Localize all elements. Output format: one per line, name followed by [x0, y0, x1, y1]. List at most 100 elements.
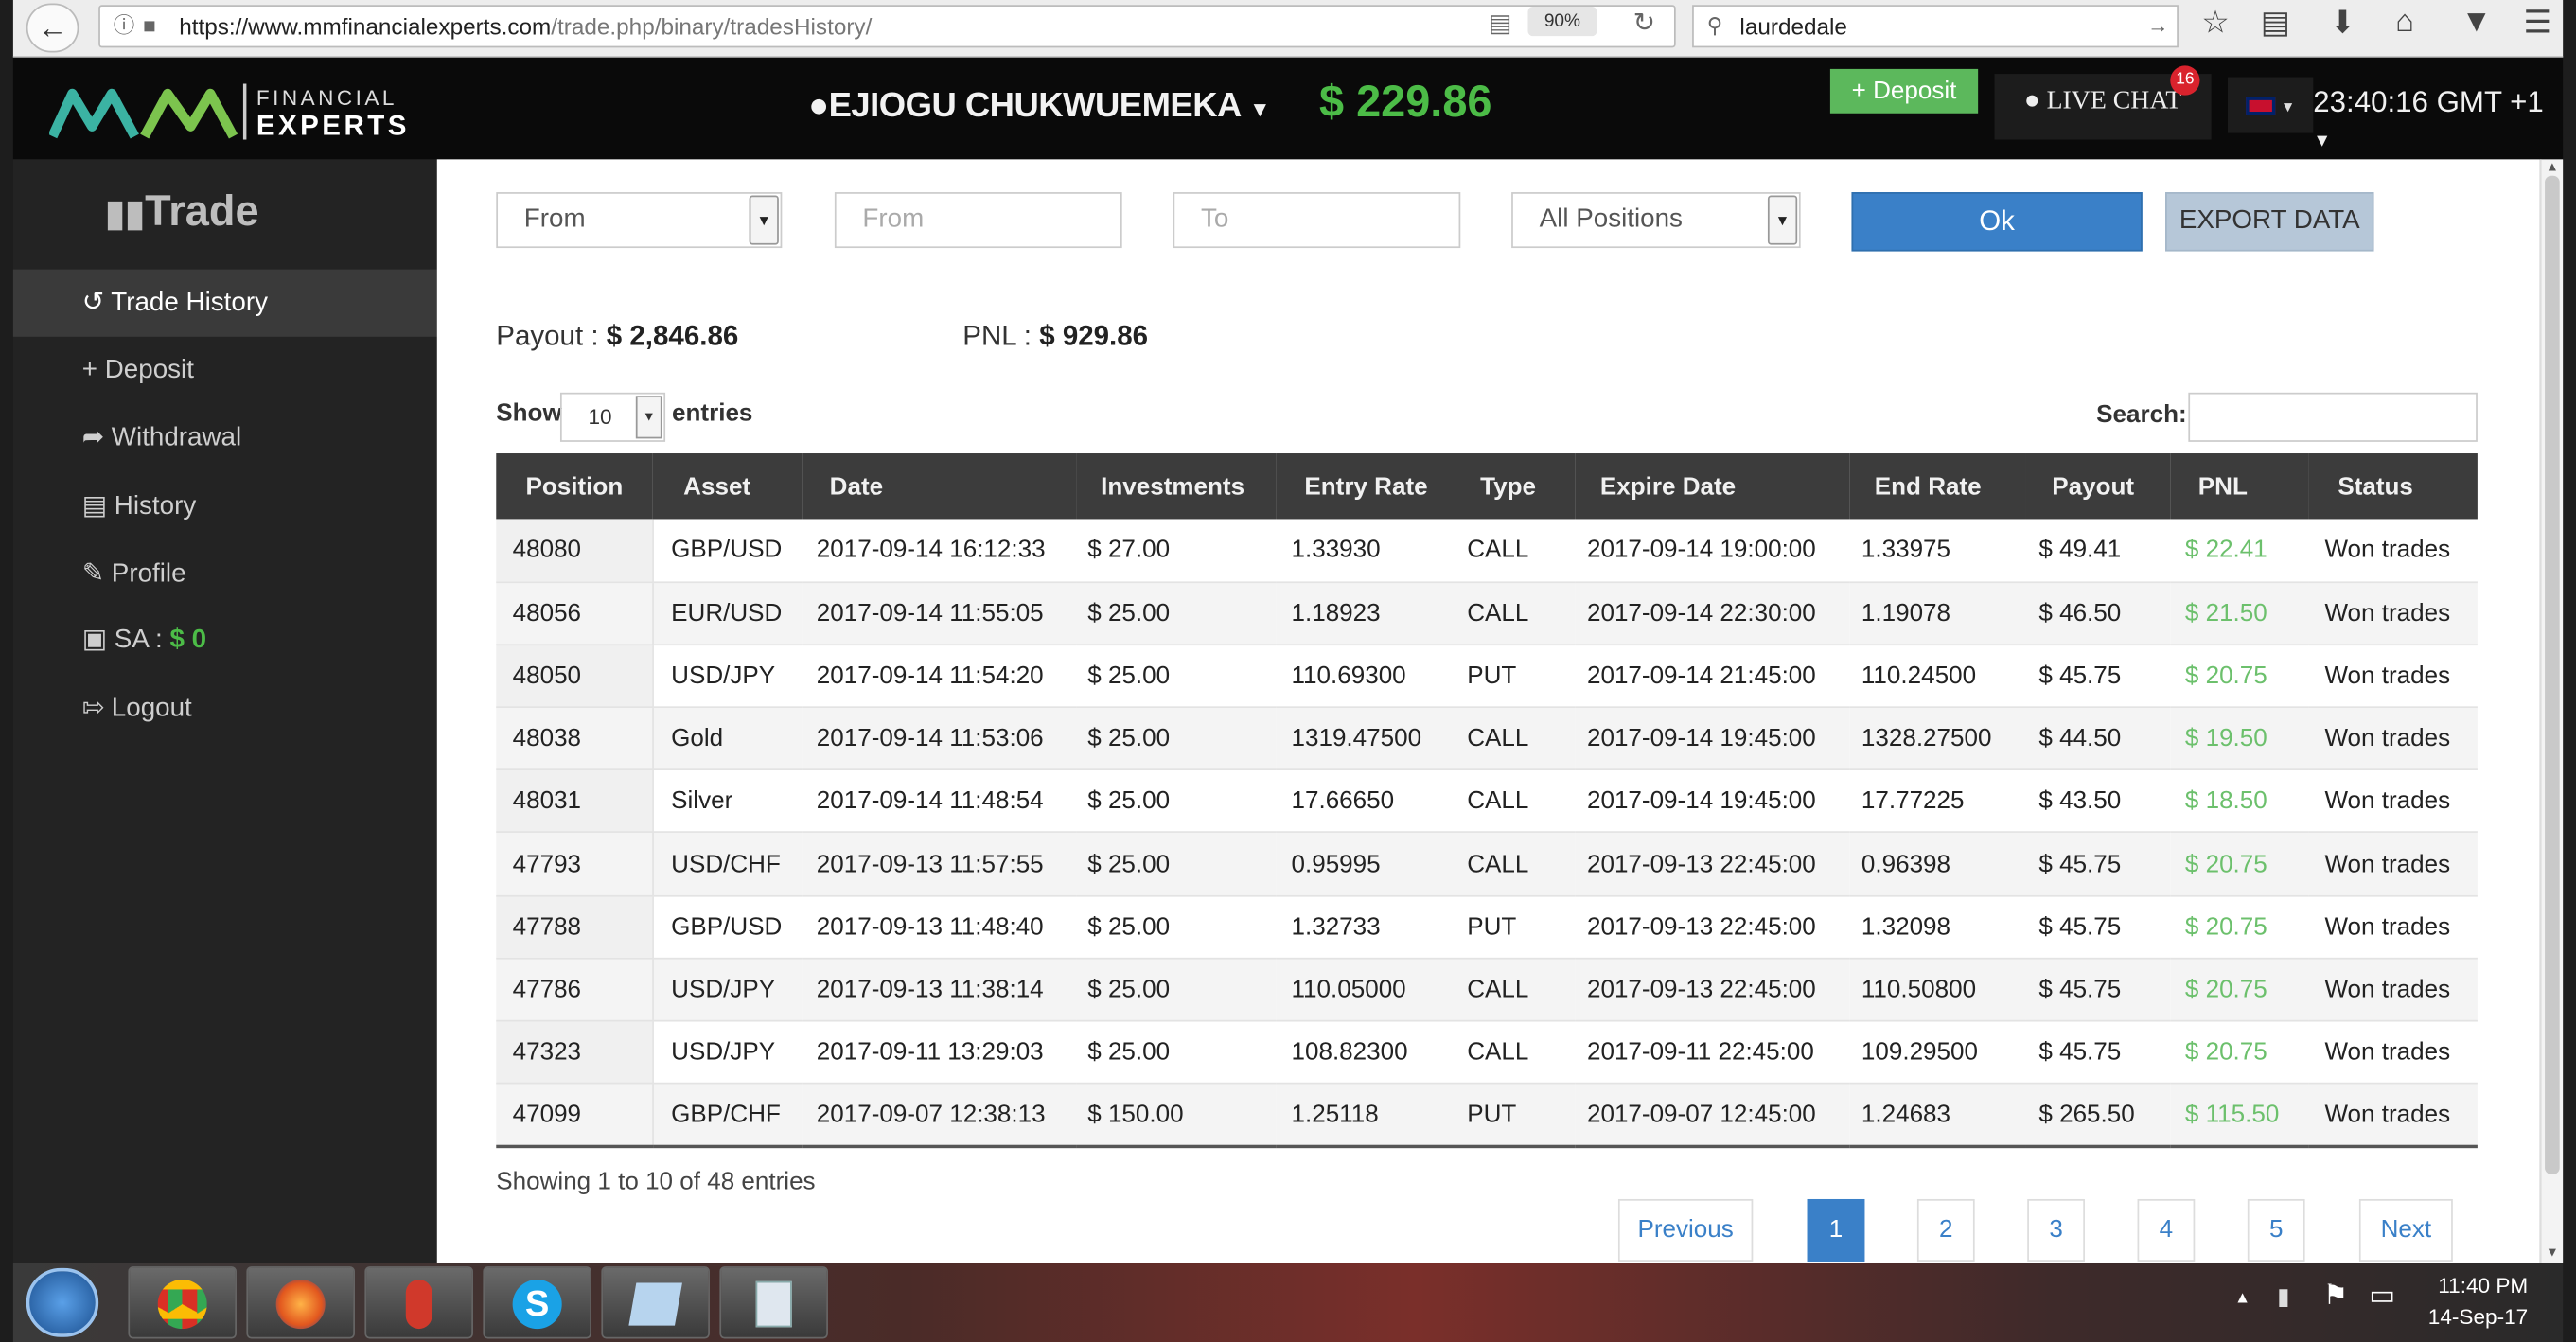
card-icon: ▤ [81, 492, 108, 521]
table-row[interactable]: 47793 USD/CHF 2017-09-13 11:57:55 $ 25.00 0.… [496, 832, 2478, 896]
browser-search-input[interactable]: ⚲ laurdedale → [1692, 5, 2179, 48]
reader-view-icon[interactable]: ▤ [1489, 9, 1512, 38]
show-hidden-icons-icon[interactable]: ▲ [2234, 1289, 2250, 1307]
cell-asset: GBP/USD [652, 519, 803, 583]
sidebar-item-trade-history[interactable]: ↺ Trade History [12, 269, 437, 337]
column-header-entry-rate[interactable]: Entry Rate [1276, 453, 1456, 520]
cell-investments: $ 25.00 [1076, 769, 1277, 834]
sidebar-item-logout[interactable]: ⇰ Logout [13, 675, 437, 742]
user-menu[interactable]: ●EJIOGU CHUKWUEMEKA ▼ [808, 87, 1270, 127]
column-header-expire-date[interactable]: Expire Date [1575, 453, 1850, 520]
table-row[interactable]: 48038 Gold 2017-09-14 11:53:06 $ 25.00 1319.… [496, 707, 2478, 771]
scroll-down-icon[interactable]: ▼ [2542, 1245, 2564, 1261]
firefox-taskbar-icon[interactable] [246, 1266, 355, 1339]
column-header-date[interactable]: Date [802, 453, 1077, 520]
page-3-button[interactable]: 3 [2027, 1198, 2085, 1262]
sidebar-item-history[interactable]: ▤ History [13, 473, 437, 540]
notepad-taskbar-icon[interactable] [601, 1266, 710, 1339]
menu-icon[interactable]: ☰ [2523, 5, 2551, 43]
column-header-payout[interactable]: Payout [2025, 453, 2171, 520]
column-header-asset[interactable]: Asset [652, 453, 803, 520]
cell-expire-date: 2017-09-14 19:00:00 [1575, 519, 1850, 583]
table-row[interactable]: 47788 GBP/USD 2017-09-13 11:48:40 $ 25.00 1.… [496, 895, 2478, 960]
column-header-status[interactable]: Status [2308, 453, 2478, 520]
from-select[interactable]: From ▼ [496, 192, 783, 249]
column-header-type[interactable]: Type [1456, 453, 1576, 520]
previous-page-button[interactable]: Previous [1617, 1198, 1754, 1262]
chrome-taskbar-icon[interactable] [128, 1266, 237, 1339]
zoom-level[interactable]: 90% [1527, 6, 1597, 37]
logout-icon: ⇰ [81, 695, 105, 723]
cell-asset: USD/JPY [652, 1020, 803, 1085]
plus-icon: + [1851, 77, 1866, 106]
download-icon[interactable]: ⬇ [2330, 5, 2356, 43]
column-header-investments[interactable]: Investments [1076, 453, 1277, 520]
table-row[interactable]: 48031 Silver 2017-09-14 11:48:54 $ 25.00 17.… [496, 769, 2478, 834]
page-1-button[interactable]: 1 [1807, 1198, 1865, 1262]
page-scrollbar[interactable]: ▲ ▼ [2539, 159, 2564, 1263]
cell-expire-date: 2017-09-07 12:45:00 [1575, 1083, 1850, 1148]
entries-per-page-select[interactable]: 10 ▼ [559, 392, 666, 442]
page-5-button[interactable]: 5 [2247, 1198, 2305, 1262]
sidebar-item-profile[interactable]: ✎ Profile [13, 540, 437, 608]
address-bar[interactable]: ⓘ ■ https://www.mmfinancialexperts.com/t… [98, 5, 1676, 48]
table-row[interactable]: 48080 GBP/USD 2017-09-14 16:12:33 $ 27.00 1.… [496, 519, 2478, 583]
home-icon[interactable]: ⌂ [2395, 5, 2414, 41]
sidebar-item-withdrawal[interactable]: ➦ Withdrawal [13, 404, 437, 471]
deposit-button[interactable]: + Deposit [1829, 68, 1979, 114]
sidebar-item-sa[interactable]: ▣ SA : $ 0 [13, 606, 437, 673]
next-page-button[interactable]: Next [2358, 1198, 2453, 1262]
start-button[interactable] [26, 1267, 99, 1337]
cell-pnl: $ 20.75 [2170, 895, 2309, 960]
column-header-position[interactable]: Position [496, 453, 653, 520]
page-2-button[interactable]: 2 [1916, 1198, 1975, 1262]
table-row[interactable]: 48056 EUR/USD 2017-09-14 11:55:05 $ 25.00 1.… [496, 581, 2478, 645]
page-4-button[interactable]: 4 [2137, 1198, 2196, 1262]
plus-icon: + [81, 356, 98, 385]
table-row[interactable]: 47786 USD/JPY 2017-09-13 11:38:14 $ 25.00 11… [496, 958, 2478, 1022]
logo[interactable]: FINANCIAL EXPERTS [47, 78, 406, 147]
go-arrow-icon[interactable]: → [2147, 7, 2169, 46]
cell-date: 2017-09-11 13:29:03 [802, 1020, 1077, 1085]
cell-end-rate: 1.24683 [1849, 1083, 2026, 1148]
action-center-flag-icon[interactable]: ⚑ [2323, 1280, 2348, 1313]
entries-label: entries [672, 398, 753, 428]
server-clock[interactable]: 23:40:16 GMT +1 ▼ [2313, 85, 2563, 154]
column-header-end-rate[interactable]: End Rate [1849, 453, 2026, 520]
os-taskbar: S ▲ ▮ ⚑ ▭ 11:40 PM 14-Sep-17 [12, 1263, 2564, 1342]
bookmarks-list-icon[interactable]: ▤ [2261, 5, 2290, 43]
pocket-icon[interactable]: ▼ [2461, 5, 2493, 41]
to-date-input[interactable]: To [1173, 192, 1461, 249]
table-row[interactable]: 47323 USD/JPY 2017-09-11 13:29:03 $ 25.00 10… [496, 1020, 2478, 1085]
cell-asset: USD/JPY [652, 958, 803, 1022]
system-clock[interactable]: 11:40 PM 14-Sep-17 [2428, 1270, 2528, 1333]
scroll-up-icon[interactable]: ▲ [2542, 159, 2564, 174]
power-icon[interactable]: ▭ [2369, 1280, 2395, 1313]
reload-icon[interactable]: ↻ [1633, 7, 1655, 40]
table-search-input[interactable] [2188, 392, 2478, 442]
bookmark-star-icon[interactable]: ☆ [2201, 5, 2230, 43]
table-row[interactable]: 48050 USD/JPY 2017-09-14 11:54:20 $ 25.00 11… [496, 645, 2478, 709]
bar-chart-icon: ▮▮ [105, 192, 146, 234]
skype-taskbar-icon[interactable]: S [483, 1266, 591, 1339]
scroll-thumb[interactable] [2545, 175, 2560, 1174]
cell-investments: $ 25.00 [1076, 645, 1277, 709]
pin-app-taskbar-icon[interactable] [364, 1266, 473, 1339]
calculator-taskbar-icon[interactable] [719, 1266, 828, 1339]
cell-status: Won trades [2308, 895, 2478, 960]
cell-asset: EUR/USD [652, 581, 803, 645]
language-selector[interactable]: ▼ [2228, 77, 2314, 133]
from-date-input[interactable]: From [834, 192, 1122, 249]
sidebar-title: ▮▮Trade [105, 185, 259, 236]
table-row[interactable]: 47099 GBP/CHF 2017-09-07 12:38:13 $ 150.00 1… [496, 1083, 2478, 1148]
column-header-pnl[interactable]: PNL [2170, 453, 2309, 520]
sidebar-item-deposit[interactable]: + Deposit [13, 337, 437, 404]
back-arrow-icon[interactable]: ← [26, 3, 79, 53]
network-icon[interactable]: ▮ [2277, 1283, 2289, 1312]
caret-down-icon: ▼ [1767, 195, 1798, 245]
positions-select[interactable]: All Positions ▼ [1511, 192, 1801, 249]
caret-down-icon: ▼ [1249, 97, 1270, 122]
ok-button[interactable]: Ok [1851, 192, 2143, 252]
export-data-button[interactable]: EXPORT DATA [2165, 192, 2374, 252]
cell-position: 47099 [496, 1083, 654, 1148]
